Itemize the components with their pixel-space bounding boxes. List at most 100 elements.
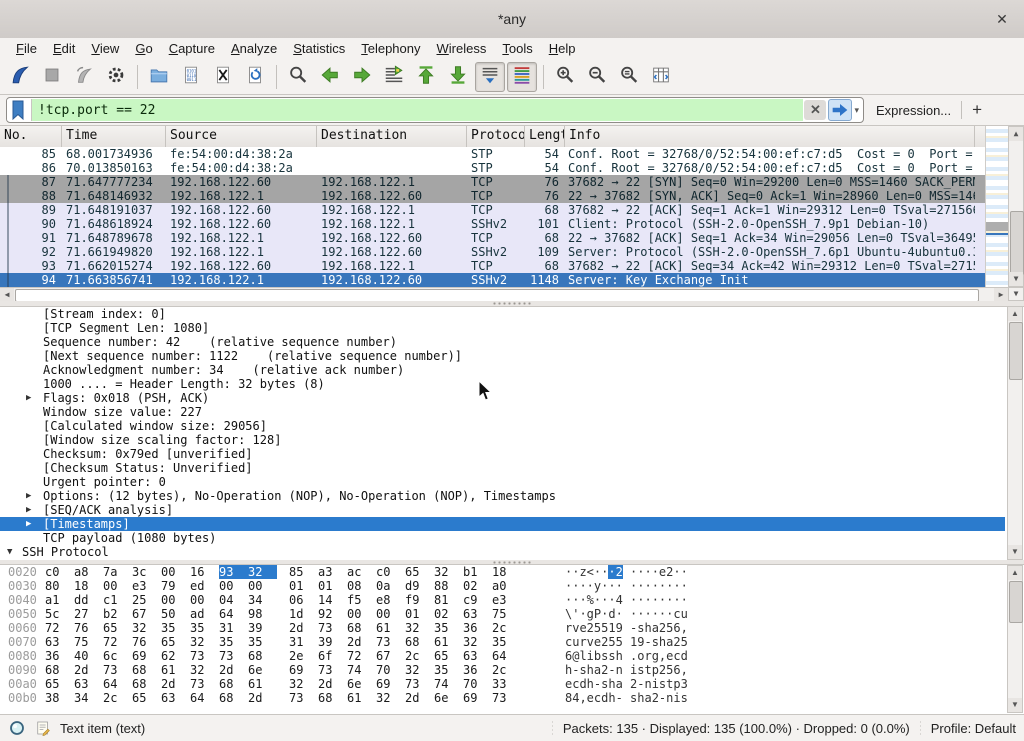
hex-row[interactable]: 0040a1ddc125000004340614f5e8f981c9e3···%… [0, 593, 1024, 607]
detail-line[interactable]: [Window size scaling factor: 128] [0, 433, 1024, 447]
detail-line[interactable]: TCP payload (1080 bytes) [0, 531, 1024, 545]
hex-row[interactable]: 00a0656364682d736861322d6e6973747033ecdh… [0, 677, 1024, 691]
scroll-right-icon[interactable]: ▶ [994, 288, 1008, 301]
menu-item-view[interactable]: View [83, 39, 127, 58]
scrollbar-thumb[interactable] [1009, 581, 1023, 623]
scrollbar-thumb[interactable] [1010, 211, 1024, 275]
filter-bookmark-button[interactable] [7, 99, 32, 121]
menu-item-capture[interactable]: Capture [161, 39, 223, 58]
hex-row[interactable]: 00b038342c656364682d736861322d6e697384,e… [0, 691, 1024, 705]
hex-row[interactable]: 006072766532353531392d7368613235362crve2… [0, 621, 1024, 635]
close-file-button[interactable] [208, 62, 238, 92]
clear-filter-button[interactable]: ✕ [804, 100, 826, 120]
hex-row[interactable]: 008036406c69627373682e6f72672c6563646@li… [0, 649, 1024, 663]
packet-row[interactable]: 8871.648146932192.168.122.1192.168.122.6… [0, 189, 985, 203]
scroll-up-icon[interactable]: ▲ [1009, 127, 1023, 141]
zoom-in-button[interactable] [550, 62, 580, 92]
zoom-reset-button[interactable] [614, 62, 644, 92]
menu-item-analyze[interactable]: Analyze [223, 39, 285, 58]
restart-capture-button[interactable] [69, 62, 99, 92]
detail-line[interactable]: Acknowledgment number: 34 (relative ack … [0, 363, 1024, 377]
expanded-arrow-icon[interactable]: ▼ [7, 545, 12, 559]
apply-filter-button[interactable] [828, 99, 852, 121]
scroll-down-icon[interactable]: ▼ [1008, 545, 1022, 559]
display-filter-input[interactable] [32, 99, 803, 121]
column-header-protocol[interactable]: Protocol [467, 126, 525, 147]
intelligent-scrollbar-minimap[interactable] [985, 126, 1009, 287]
menu-item-telephony[interactable]: Telephony [353, 39, 428, 58]
collapsed-arrow-icon[interactable]: ▶ [26, 391, 31, 405]
detail-line[interactable]: ▶[Timestamps] [0, 517, 1005, 531]
scroll-up-icon[interactable]: ▲ [1008, 307, 1022, 321]
column-header-info[interactable]: Info [565, 126, 975, 147]
zoom-out-button[interactable] [582, 62, 612, 92]
menu-item-help[interactable]: Help [541, 39, 584, 58]
collapsed-arrow-icon[interactable]: ▶ [26, 503, 31, 517]
expert-info-button[interactable] [8, 719, 26, 737]
stop-capture-button[interactable] [37, 62, 67, 92]
capture-comment-button[interactable] [34, 719, 52, 737]
filter-history-dropdown[interactable]: ▾ [853, 105, 863, 116]
go-back-button[interactable] [315, 62, 345, 92]
menu-item-wireless[interactable]: Wireless [429, 39, 495, 58]
status-profile[interactable]: Profile: Default [931, 721, 1016, 736]
packet-row[interactable]: 8670.013850163fe:54:00:d4:38:2aSTP54Conf… [0, 161, 985, 175]
detail-line[interactable]: Checksum: 0x79ed [unverified] [0, 447, 1024, 461]
scroll-down-icon[interactable]: ▼ [1008, 698, 1022, 712]
column-header-no[interactable]: No. [0, 126, 62, 147]
detail-line[interactable]: [TCP Segment Len: 1080] [0, 321, 1024, 335]
packet-row[interactable]: 9071.648618924192.168.122.60192.168.122.… [0, 217, 985, 231]
packet-row[interactable]: 8568.001734936fe:54:00:d4:38:2aSTP54Conf… [0, 147, 985, 161]
add-filter-button[interactable]: + [972, 100, 982, 120]
menu-item-file[interactable]: File [8, 39, 45, 58]
collapsed-arrow-icon[interactable]: ▶ [26, 517, 31, 531]
go-last-button[interactable] [443, 62, 473, 92]
expression-button[interactable]: Expression... [876, 103, 951, 118]
detail-line[interactable]: [Next sequence number: 1122 (relative se… [0, 349, 1024, 363]
column-header-length[interactable]: Length [525, 126, 565, 147]
resize-columns-button[interactable] [646, 62, 676, 92]
reload-file-button[interactable] [240, 62, 270, 92]
detail-line[interactable]: 1000 .... = Header Length: 32 bytes (8) [0, 377, 1024, 391]
save-file-button[interactable]: 010101100011 [176, 62, 206, 92]
detail-line[interactable]: ▼SSH Protocol [0, 545, 1024, 559]
collapsed-arrow-icon[interactable]: ▶ [26, 489, 31, 503]
capture-options-button[interactable] [101, 62, 131, 92]
packet-row[interactable]: 9471.663856741192.168.122.1192.168.122.6… [0, 273, 985, 287]
menu-item-statistics[interactable]: Statistics [285, 39, 353, 58]
detail-line[interactable]: ▶Options: (12 bytes), No-Operation (NOP)… [0, 489, 1024, 503]
detail-line[interactable]: Sequence number: 42 (relative sequence n… [0, 335, 1024, 349]
scrollbar-thumb[interactable] [1009, 322, 1023, 380]
scroll-down-icon[interactable]: ▼ [1009, 272, 1023, 286]
go-forward-button[interactable] [347, 62, 377, 92]
find-packet-button[interactable] [283, 62, 313, 92]
column-header-source[interactable]: Source [166, 126, 317, 147]
packet-row[interactable]: 8971.648191037192.168.122.60192.168.122.… [0, 203, 985, 217]
hex-row[interactable]: 0070637572766532353531392d7368613235curv… [0, 635, 1024, 649]
scroll-up-icon[interactable]: ▲ [1008, 566, 1022, 580]
packet-row[interactable]: 9271.661949820192.168.122.1192.168.122.6… [0, 245, 985, 259]
packet-row[interactable]: 9171.648789678192.168.122.1192.168.122.6… [0, 231, 985, 245]
go-to-packet-button[interactable] [379, 62, 409, 92]
hex-row[interactable]: 0090682d736861322d6e697374703235362ch-sh… [0, 663, 1024, 677]
packet-row[interactable]: 9371.662015274192.168.122.60192.168.122.… [0, 259, 985, 273]
packet-list-hscrollbar[interactable]: ◀ ▶ [0, 287, 1008, 302]
menu-item-go[interactable]: Go [127, 39, 160, 58]
column-header-destination[interactable]: Destination [317, 126, 467, 147]
hex-row[interactable]: 0020c0a87a3c0016933285a3acc06532b118··z<… [0, 565, 1024, 579]
menu-item-edit[interactable]: Edit [45, 39, 83, 58]
colorize-button[interactable] [507, 62, 537, 92]
detail-line[interactable]: [Calculated window size: 29056] [0, 419, 1024, 433]
detail-line[interactable]: ▶Flags: 0x018 (PSH, ACK) [0, 391, 1024, 405]
title-bar[interactable]: *any ✕ [0, 0, 1024, 39]
menu-item-tools[interactable]: Tools [494, 39, 540, 58]
details-vscrollbar[interactable]: ▲ ▼ [1007, 306, 1023, 560]
hex-row[interactable]: 0030801800e379ed00000101080ad98802a0····… [0, 579, 1024, 593]
detail-line[interactable]: Urgent pointer: 0 [0, 475, 1024, 489]
packet-list-vscrollbar[interactable]: ▲ ▼ [1008, 126, 1024, 287]
open-file-button[interactable] [144, 62, 174, 92]
close-icon[interactable]: ✕ [992, 9, 1012, 29]
detail-line[interactable]: ▶[SEQ/ACK analysis] [0, 503, 1024, 517]
detail-line[interactable]: Window size value: 227 [0, 405, 1024, 419]
column-header-time[interactable]: Time [62, 126, 166, 147]
